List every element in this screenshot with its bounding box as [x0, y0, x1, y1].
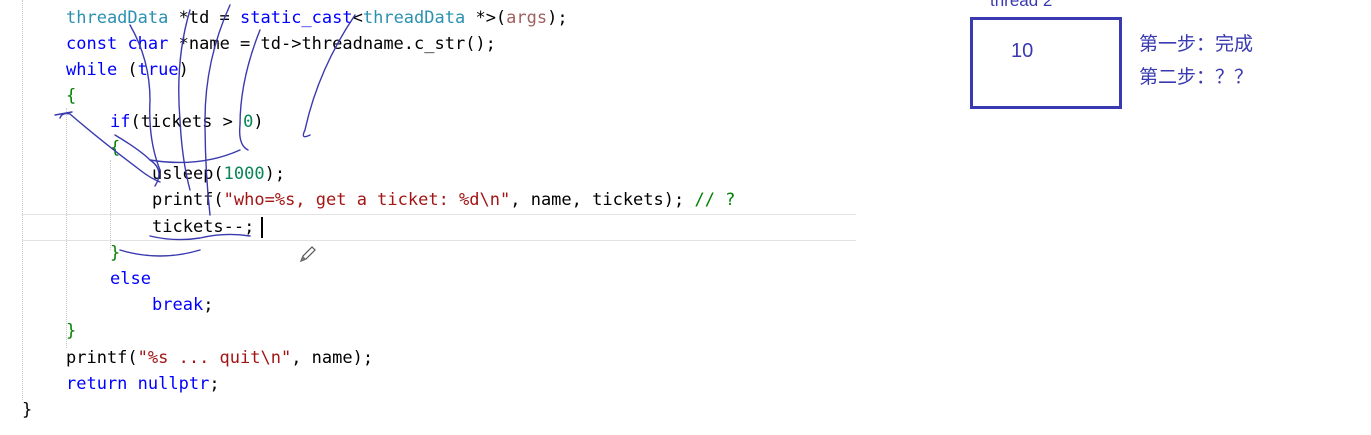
code-line-5[interactable]: if(tickets > 0): [110, 109, 264, 135]
code-line-16[interactable]: }: [22, 397, 32, 423]
code-line-12[interactable]: break;: [152, 292, 213, 318]
code-line-3[interactable]: while (true): [66, 57, 189, 83]
thread-register-box: 10: [970, 17, 1122, 109]
code-editor[interactable]: threadData *td = static_cast<threadData …: [0, 0, 860, 435]
code-line-14[interactable]: printf("%s ... quit\n", name);: [66, 345, 373, 371]
code-line-10[interactable]: }: [110, 240, 120, 266]
thread-value: 10: [1011, 40, 1034, 62]
thread-caption: thread 2: [990, 0, 1053, 10]
code-line-15[interactable]: return nullptr;: [66, 371, 220, 397]
thread-annotation-panel: thread 2 10 第一步：完成 第二步：？？: [960, 0, 1360, 130]
code-line-8[interactable]: printf("who=%s, get a ticket: %d\n", nam…: [152, 187, 735, 213]
step-one-label: 第一步：完成: [1139, 33, 1254, 55]
indent-guide: [66, 108, 67, 348]
step-two-label: 第二步：？？: [1139, 66, 1254, 88]
indent-guide: [110, 160, 111, 250]
code-line-11[interactable]: else: [110, 266, 151, 292]
code-line-7[interactable]: usleep(1000);: [152, 161, 285, 187]
code-line-6[interactable]: {: [110, 135, 120, 161]
pencil-cursor-icon: [299, 246, 316, 263]
code-line-13[interactable]: }: [66, 318, 76, 344]
current-line-highlight: [22, 214, 856, 241]
indent-guide: [22, 0, 23, 400]
code-line-2[interactable]: const char *name = td->threadname.c_str(…: [66, 31, 496, 57]
code-line-9[interactable]: tickets--;: [152, 214, 254, 240]
text-caret: [261, 217, 263, 238]
code-line-4[interactable]: {: [66, 83, 76, 109]
code-line-1[interactable]: threadData *td = static_cast<threadData …: [66, 5, 568, 31]
